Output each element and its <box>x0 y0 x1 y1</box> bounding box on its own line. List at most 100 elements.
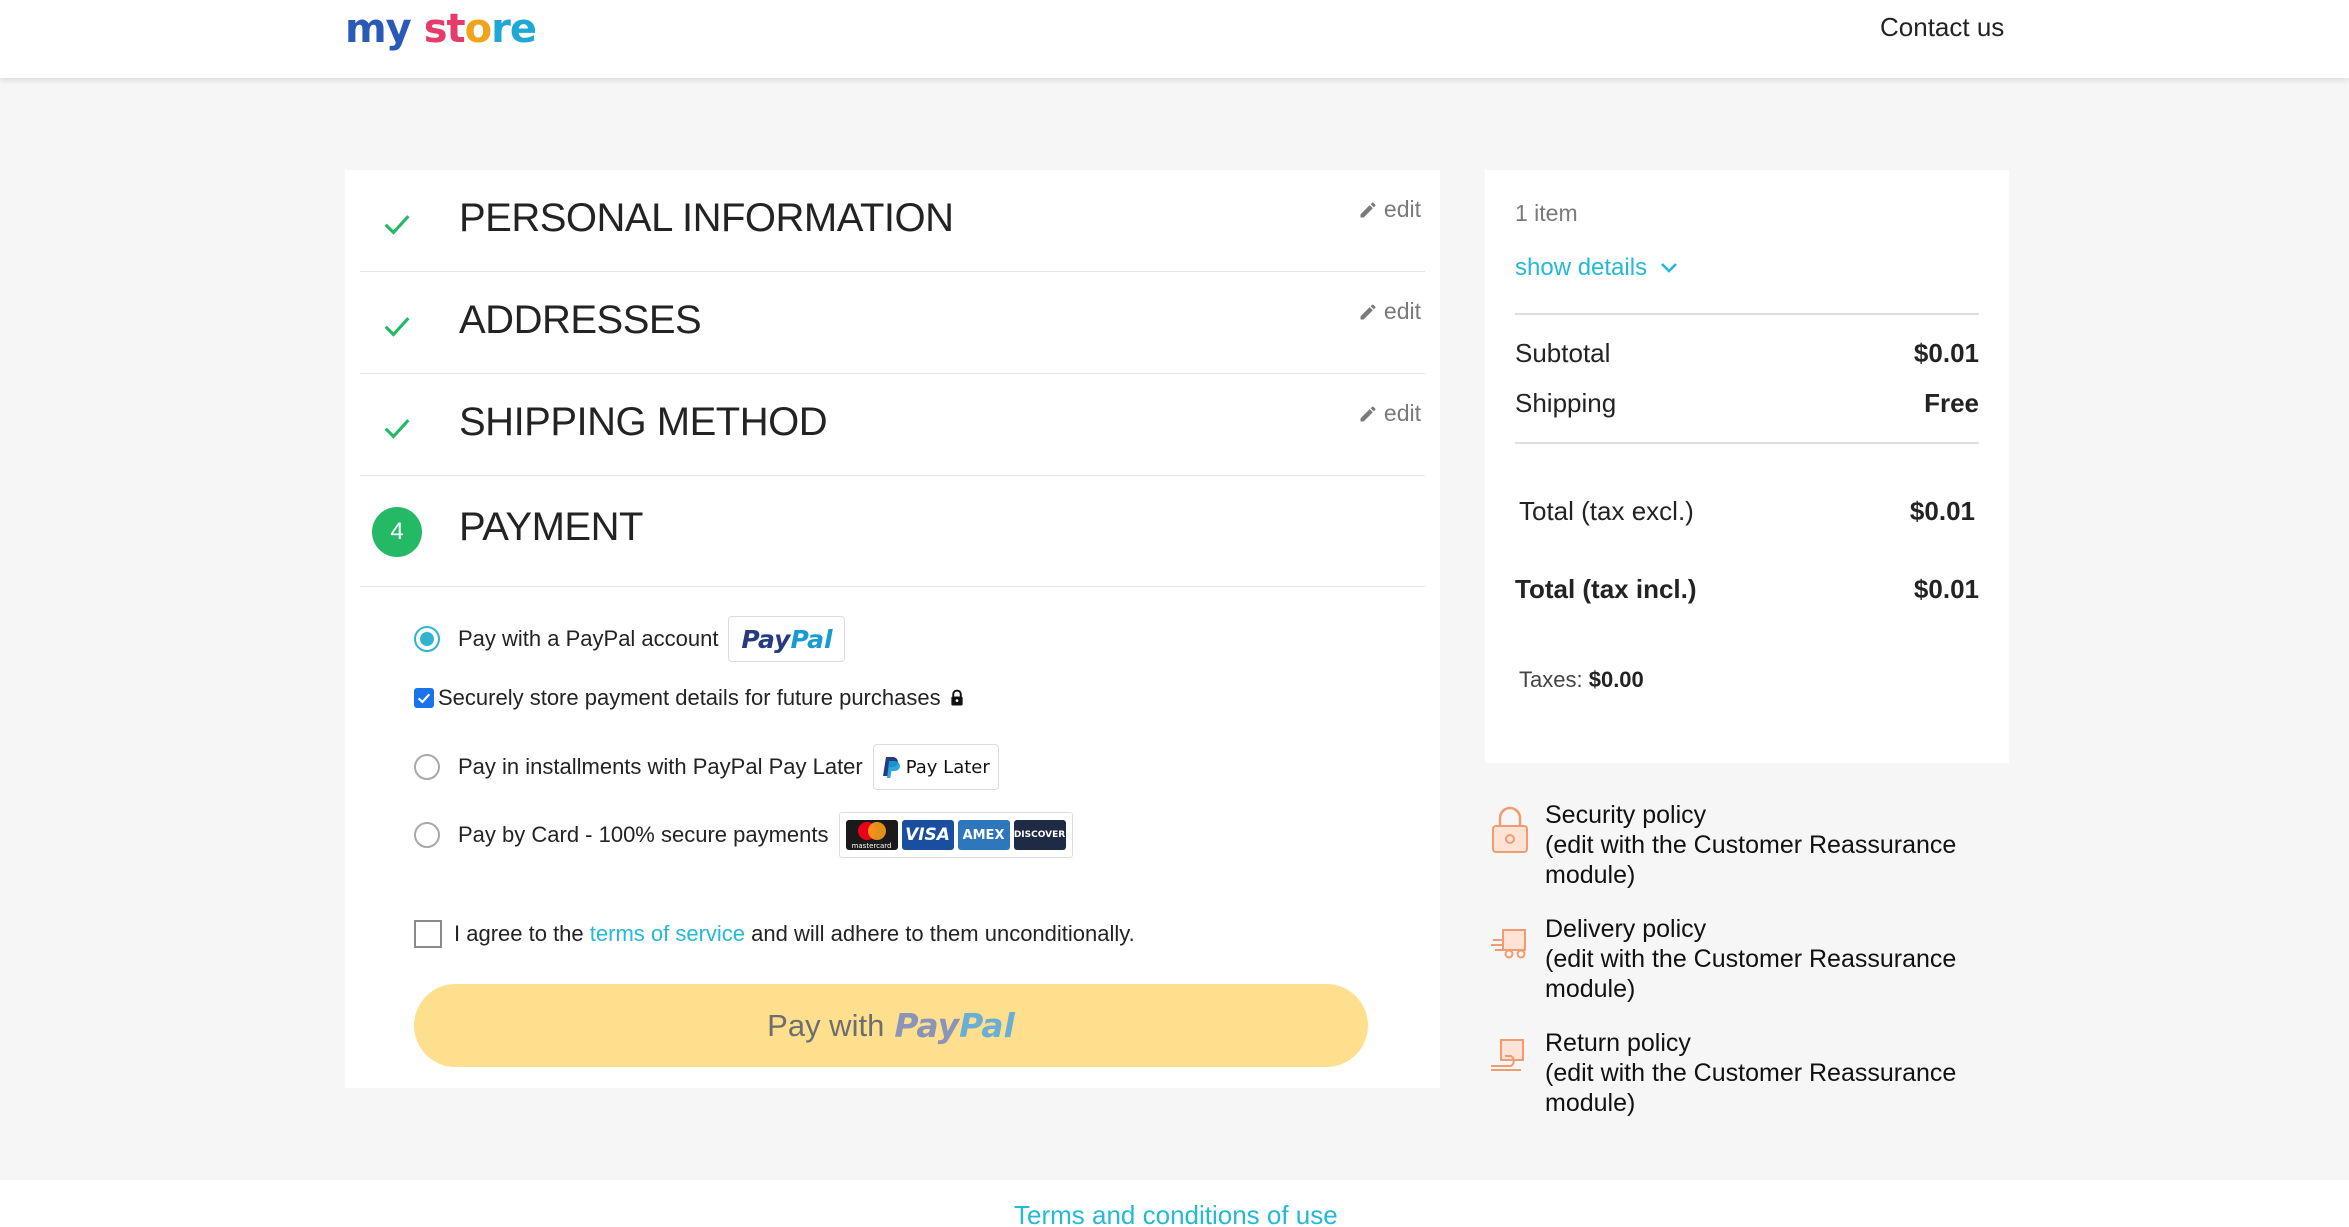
card-logos: mastercard VISA AMEX DISCOVER <box>838 812 1073 858</box>
paypal-logo-badge: PayPal <box>728 616 846 662</box>
logo-text-my: my <box>345 6 412 52</box>
shipping-value: Free <box>1924 388 1979 418</box>
step-number-badge: 4 <box>372 507 422 557</box>
step-title: Payment <box>459 505 643 549</box>
discover-icon: DISCOVER <box>1013 820 1066 850</box>
total-excl-label: Total (tax excl.) <box>1519 496 1694 526</box>
store-logo[interactable]: my store <box>345 6 537 52</box>
taxes-label: Taxes: <box>1519 667 1583 692</box>
terms-checkbox[interactable] <box>414 920 442 948</box>
items-count: 1 item <box>1515 200 1578 226</box>
delivery-truck-icon <box>1491 929 1526 959</box>
shipping-label: Shipping <box>1515 388 1617 418</box>
checkmark-icon <box>417 693 431 704</box>
paypal-logo: PayPal <box>741 625 832 654</box>
step-title: Shipping Method <box>459 400 828 444</box>
subtotal-label: Subtotal <box>1515 338 1611 368</box>
subtotal-value: $0.01 <box>1913 338 1979 368</box>
shipping-row: Shipping Free <box>1515 388 1979 419</box>
contact-us-link[interactable]: Contact us <box>1880 12 2004 43</box>
reassurance-title: Delivery policy <box>1545 915 1707 943</box>
amex-icon: AMEX <box>957 820 1010 850</box>
reassurance-title: Return policy <box>1545 1029 1691 1057</box>
store-details-label: Securely store payment details for futur… <box>438 685 941 710</box>
pay-later-text: Pay Later <box>905 756 990 778</box>
visa-icon: VISA <box>901 820 954 850</box>
check-icon <box>384 317 410 337</box>
return-package-icon <box>1491 1039 1524 1071</box>
edit-label: edit <box>1383 400 1421 426</box>
paypal-p-icon <box>882 757 900 778</box>
taxes-value: $0.00 <box>1588 667 1644 692</box>
paypal-logo-pal: Pal <box>959 1006 1015 1045</box>
edit-addresses[interactable]: edit <box>1358 298 1421 325</box>
reassurance-title: Security policy <box>1545 801 1707 829</box>
mastercard-label: mastercard <box>851 841 892 850</box>
paypal-logo-pay: Pay <box>741 624 791 654</box>
logo-text-re: re <box>491 6 537 52</box>
step-title: Personal Information <box>459 196 954 240</box>
payment-option-card[interactable]: Pay by Card - 100% secure payments maste… <box>414 812 1073 858</box>
total-incl-label: Total (tax incl.) <box>1515 574 1697 604</box>
logo-text-o: o <box>464 6 493 52</box>
paypal-logo-pay: Pay <box>894 1006 960 1045</box>
lock-icon <box>1492 806 1528 853</box>
radio-card[interactable] <box>414 822 440 848</box>
total-incl-row: Total (tax incl.) $0.01 <box>1515 574 1979 605</box>
edit-shipping-method[interactable]: edit <box>1358 400 1421 427</box>
store-details-checkbox[interactable] <box>414 688 434 708</box>
total-excl-row: Total (tax excl.) $0.01 <box>1519 496 1975 527</box>
pay-with-paypal-button[interactable]: Pay with PayPal <box>414 984 1368 1067</box>
step-title: Addresses <box>459 298 702 342</box>
store-payment-details[interactable]: Securely store payment details for futur… <box>414 685 966 711</box>
reassurance-delivery: Delivery policy (edit with the Customer … <box>1485 914 1985 1004</box>
radio-paypal[interactable] <box>414 626 440 652</box>
pay-button-prefix: Pay with <box>767 1007 885 1043</box>
site-header: my store Contact us <box>0 0 2349 78</box>
site-footer: Terms and conditions of use <box>0 1180 2349 1227</box>
payment-option-paypal[interactable]: Pay with a PayPal account PayPal <box>414 616 846 662</box>
option-label: Pay with a PayPal account <box>458 626 719 651</box>
show-details-label: show details <box>1515 254 1648 281</box>
radio-pay-later[interactable] <box>414 754 440 780</box>
cart-summary: 1 item show details Subtotal $0.01 Shipp… <box>1485 170 2009 763</box>
reassurance-desc: (edit with the Customer Reassurance modu… <box>1545 945 1957 1003</box>
paypal-logo: PayPal <box>894 1006 1015 1045</box>
pencil-icon <box>1360 406 1376 421</box>
edit-label: edit <box>1383 196 1421 222</box>
paypal-logo-pal: Pal <box>790 624 833 654</box>
pay-later-badge: Pay Later <box>872 744 999 790</box>
terms-of-service-link[interactable]: terms of service <box>590 921 745 947</box>
edit-label: edit <box>1383 298 1421 324</box>
reassurance-return: Return policy (edit with the Customer Re… <box>1485 1028 1985 1118</box>
reassurance-desc: (edit with the Customer Reassurance modu… <box>1545 831 1957 889</box>
logo-text-st: st <box>423 6 466 52</box>
lock-icon <box>950 689 963 706</box>
terms-suffix: and will adhere to them unconditionally. <box>745 921 1135 946</box>
check-icon <box>384 215 410 235</box>
pencil-icon <box>1360 304 1376 319</box>
reassurance-desc: (edit with the Customer Reassurance modu… <box>1545 1059 1957 1117</box>
subtotal-row: Subtotal $0.01 <box>1515 338 1979 369</box>
payment-option-pay-later[interactable]: Pay in installments with PayPal Pay Late… <box>414 744 999 790</box>
chevron-down-icon <box>1661 263 1677 273</box>
terms-prefix: I agree to the <box>454 921 590 946</box>
step-personal-information[interactable]: Personal Information edit <box>360 170 1425 272</box>
show-details-toggle[interactable]: show details <box>1515 254 1679 282</box>
terms-conditions-link[interactable]: Terms and conditions of use <box>1014 1200 1338 1227</box>
option-label: Pay in installments with PayPal Pay Late… <box>458 754 863 779</box>
logo-space <box>411 6 424 52</box>
step-addresses[interactable]: Addresses edit <box>360 272 1425 374</box>
taxes-row: Taxes: $0.00 <box>1519 667 1644 693</box>
checkout-steps-panel: Personal Information edit Addresses edit… <box>345 170 1440 1088</box>
total-incl-value: $0.01 <box>1913 574 1979 604</box>
terms-agreement: I agree to the terms of service and will… <box>414 920 1135 948</box>
edit-personal-information[interactable]: edit <box>1358 196 1421 223</box>
check-icon <box>384 419 410 439</box>
step-payment: 4 Payment <box>360 476 1425 587</box>
mastercard-icon: mastercard <box>845 820 898 850</box>
pencil-icon <box>1360 202 1376 217</box>
step-shipping-method[interactable]: Shipping Method edit <box>360 374 1425 476</box>
option-label: Pay by Card - 100% secure payments <box>458 822 829 847</box>
summary-divider <box>1515 313 1979 315</box>
